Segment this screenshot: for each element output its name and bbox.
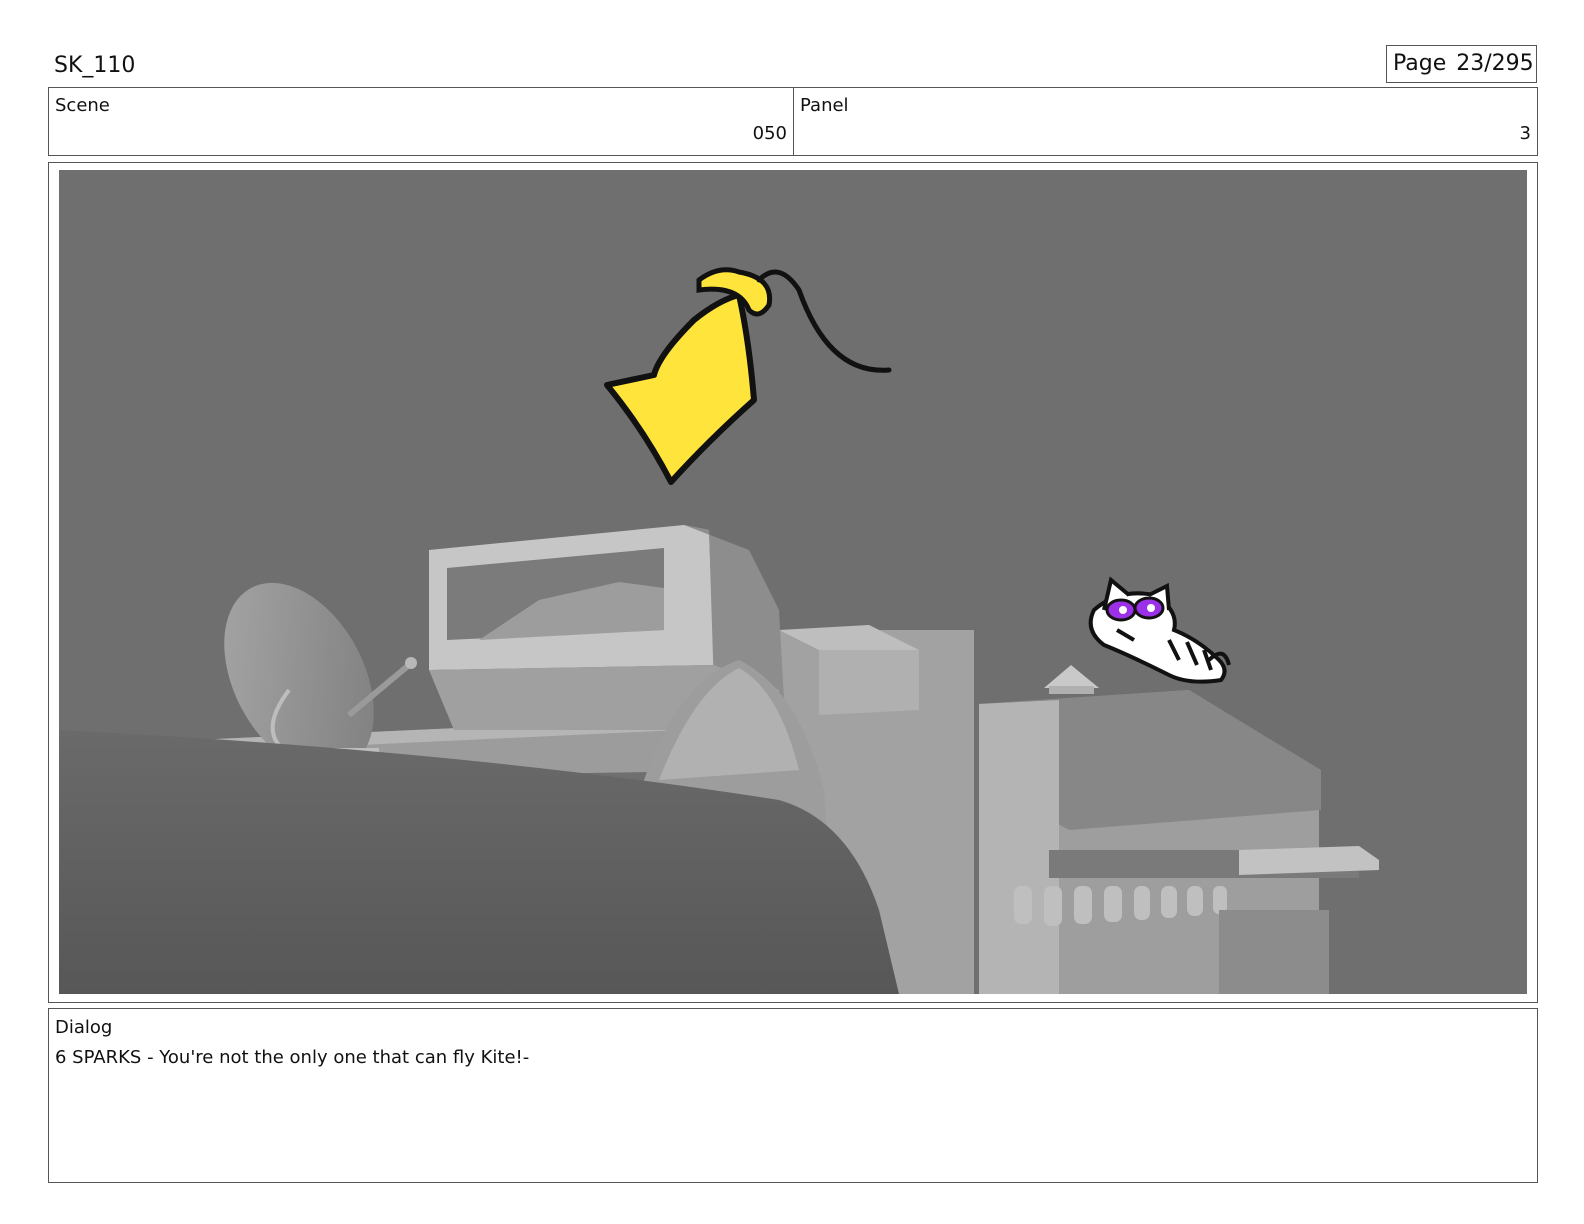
document-title: SK_110	[54, 53, 136, 78]
storyboard-frame-image	[59, 170, 1527, 994]
dish-tip	[405, 657, 417, 669]
scene-drawing	[59, 170, 1527, 994]
panel-value: 3	[1519, 123, 1531, 144]
page-number: 23/295	[1456, 51, 1534, 76]
scene-label: Scene	[55, 95, 110, 116]
dialog-box: Dialog 6 SPARKS - You're not the only on…	[48, 1008, 1538, 1183]
right-building-facade	[979, 700, 1059, 994]
scene-panel-row: Scene 050 Panel 3	[48, 87, 1538, 156]
scene-cell: Scene 050	[49, 88, 794, 155]
dialog-text: 6 SPARKS - You're not the only one that …	[55, 1047, 530, 1068]
right-building-shelf	[1239, 846, 1379, 875]
roof-vent-base	[1049, 686, 1094, 694]
right-building-lower	[1219, 910, 1329, 994]
page-indicator: Page 23/295	[1386, 45, 1537, 83]
page-label: Page	[1393, 51, 1447, 76]
scene-value: 050	[752, 123, 787, 144]
panel-label: Panel	[800, 95, 849, 116]
panel-cell: Panel 3	[794, 88, 1537, 155]
dialog-label: Dialog	[55, 1017, 113, 1038]
